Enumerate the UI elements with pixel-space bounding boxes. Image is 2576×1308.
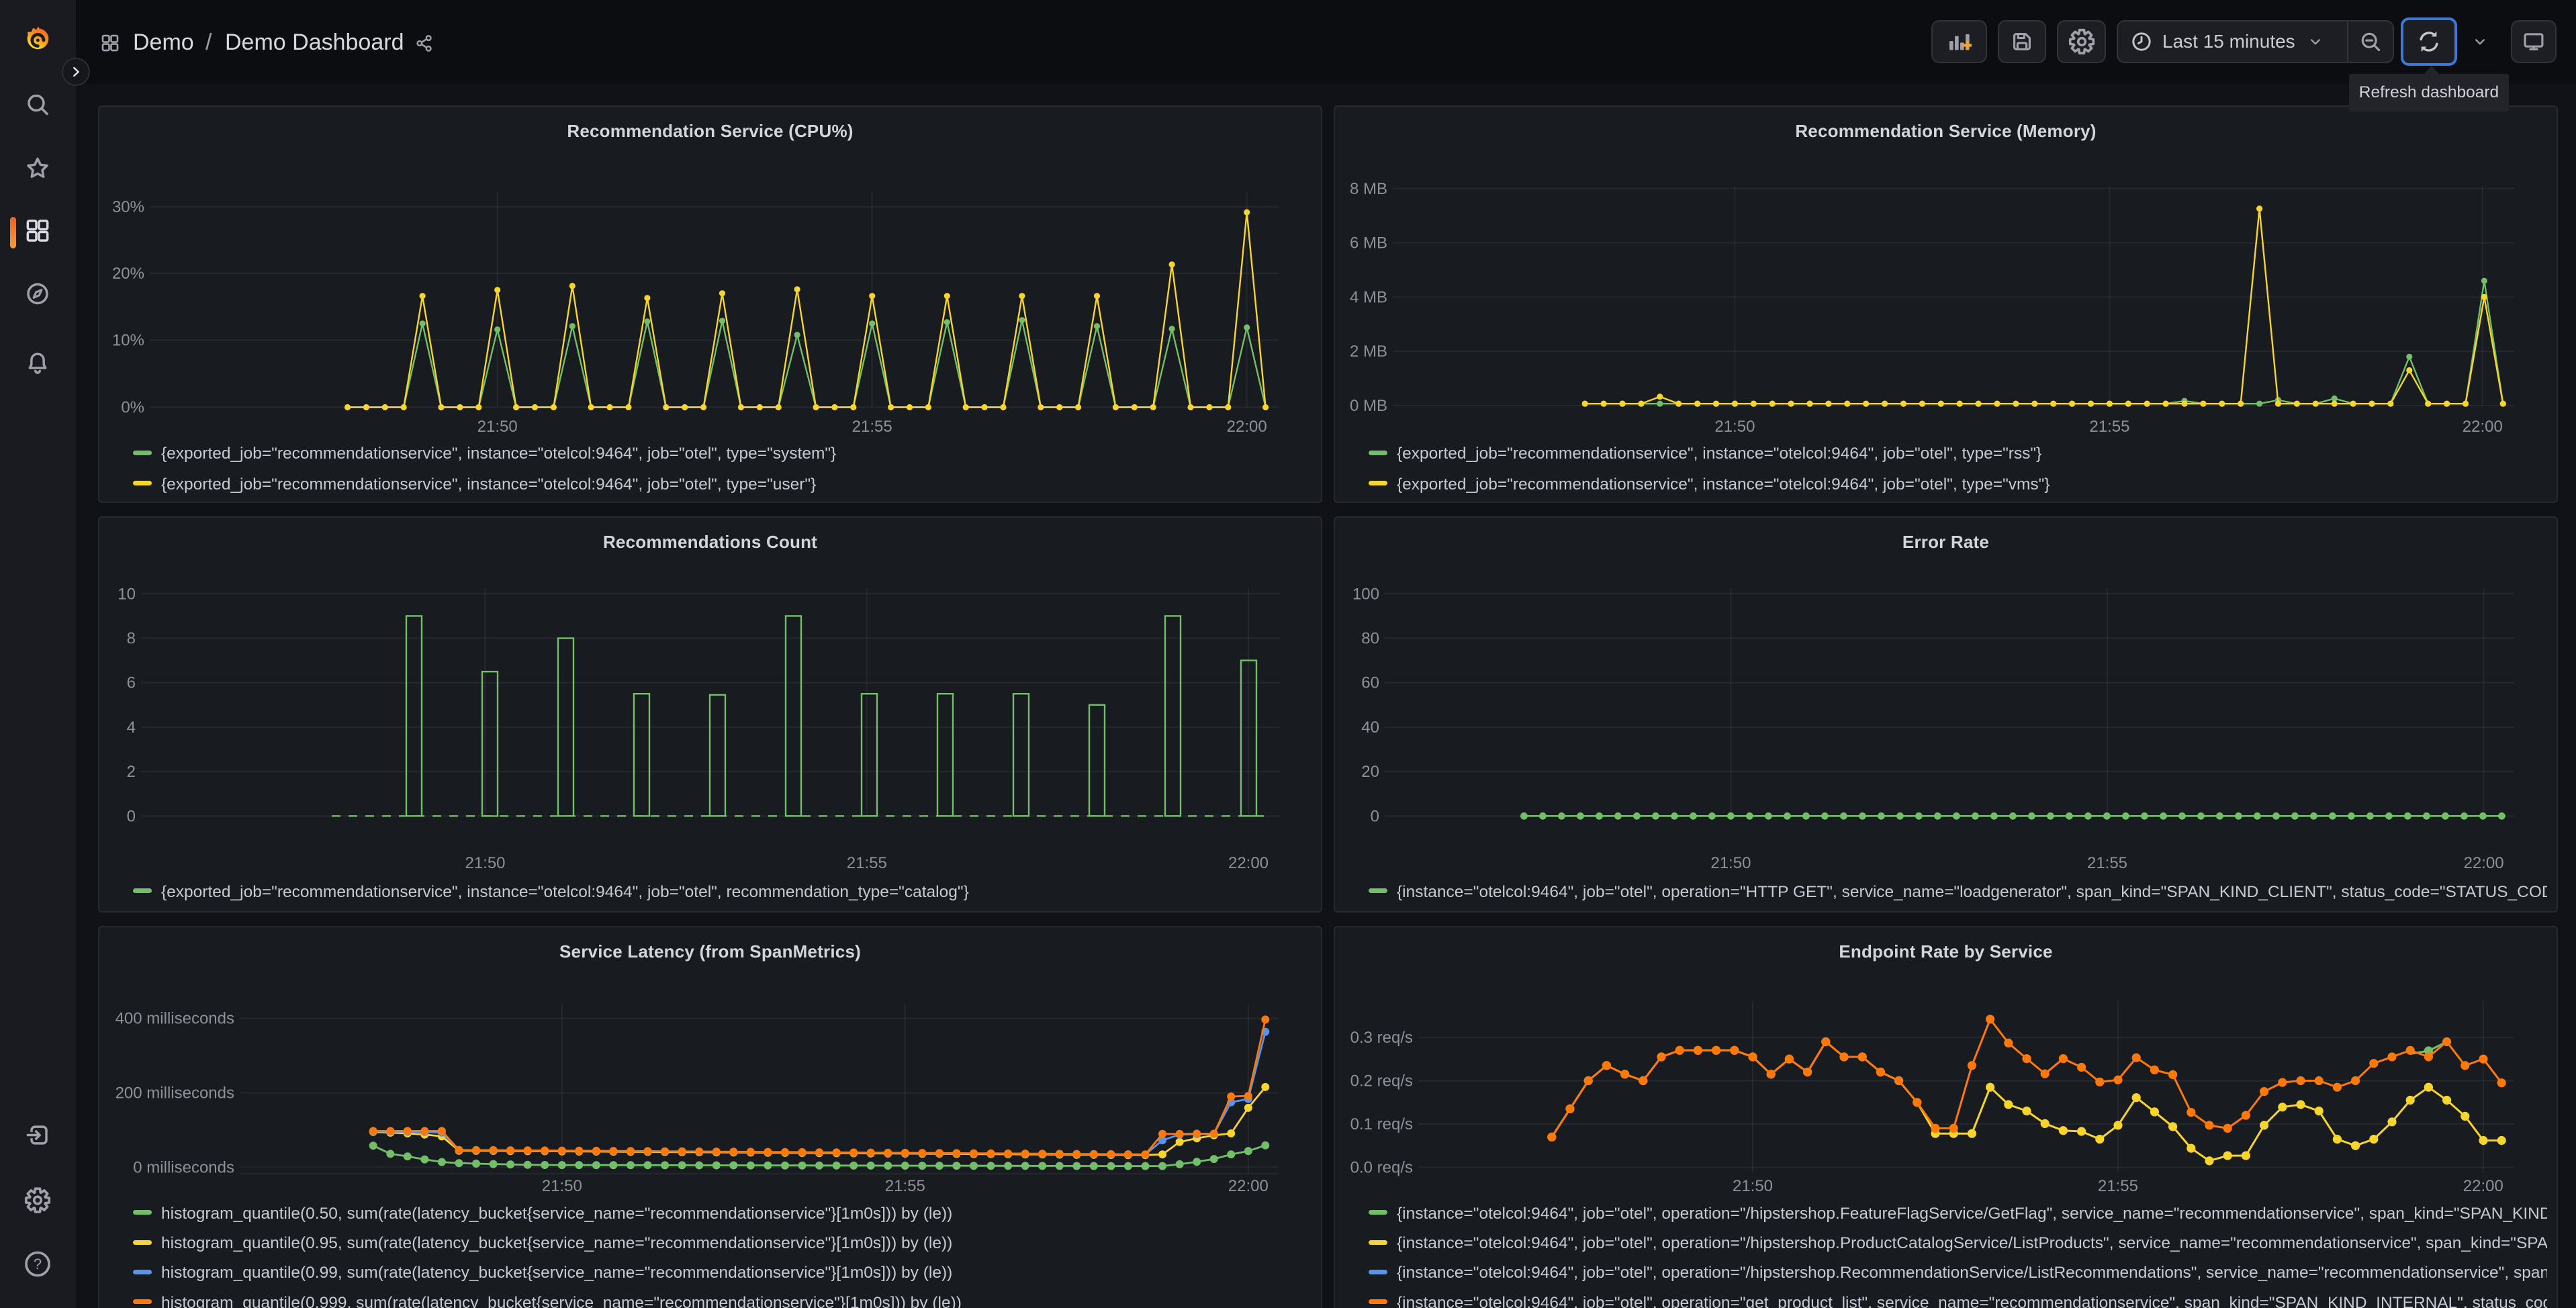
svg-text:40: 40	[1361, 718, 1379, 737]
svg-text:6 MB: 6 MB	[1350, 234, 1387, 252]
svg-text:8: 8	[127, 630, 136, 648]
svg-text:100: 100	[1352, 585, 1379, 603]
svg-text:22:00: 22:00	[2464, 854, 2504, 872]
svg-text:22:00: 22:00	[2463, 418, 2503, 436]
svg-text:200 milliseconds: 200 milliseconds	[116, 1084, 234, 1103]
svg-text:0%: 0%	[121, 399, 144, 417]
svg-text:0: 0	[1371, 807, 1379, 825]
svg-text:?: ?	[34, 1256, 42, 1272]
svg-text:4 MB: 4 MB	[1350, 288, 1387, 306]
svg-text:21:50: 21:50	[1714, 418, 1755, 436]
svg-text:22:00: 22:00	[1228, 854, 1269, 872]
svg-text:21:50: 21:50	[477, 418, 518, 436]
svg-text:21:55: 21:55	[885, 1177, 925, 1195]
svg-text:0 milliseconds: 0 milliseconds	[133, 1158, 234, 1176]
svg-text:30%: 30%	[112, 198, 144, 216]
svg-text:20%: 20%	[112, 265, 144, 283]
svg-text:0.1 req/s: 0.1 req/s	[1350, 1115, 1413, 1133]
svg-text:22:00: 22:00	[1227, 418, 1267, 436]
svg-text:4: 4	[127, 718, 136, 737]
svg-text:21:50: 21:50	[542, 1177, 582, 1195]
svg-text:0.2 req/s: 0.2 req/s	[1350, 1072, 1413, 1090]
svg-text:20: 20	[1361, 763, 1379, 781]
svg-text:21:55: 21:55	[2087, 854, 2127, 872]
svg-text:22:00: 22:00	[1228, 1177, 1269, 1195]
svg-text:21:50: 21:50	[465, 854, 505, 872]
svg-text:8 MB: 8 MB	[1350, 180, 1387, 198]
svg-text:21:55: 21:55	[852, 418, 892, 436]
svg-text:0.3 req/s: 0.3 req/s	[1350, 1029, 1413, 1047]
svg-text:21:55: 21:55	[847, 854, 887, 872]
svg-text:0: 0	[127, 807, 136, 825]
svg-text:400 milliseconds: 400 milliseconds	[116, 1010, 234, 1028]
svg-text:21:50: 21:50	[1733, 1177, 1773, 1195]
svg-text:10%: 10%	[112, 332, 144, 350]
svg-text:10: 10	[118, 585, 136, 603]
svg-text:60: 60	[1361, 674, 1379, 692]
svg-text:0.0 req/s: 0.0 req/s	[1350, 1159, 1413, 1177]
svg-text:6: 6	[127, 674, 136, 692]
svg-text:2: 2	[127, 763, 136, 781]
svg-text:0 MB: 0 MB	[1350, 397, 1387, 415]
svg-text:22:00: 22:00	[2463, 1177, 2503, 1195]
svg-text:80: 80	[1361, 630, 1379, 648]
svg-text:21:55: 21:55	[2098, 1177, 2138, 1195]
svg-text:2 MB: 2 MB	[1350, 342, 1387, 361]
svg-text:21:55: 21:55	[2089, 418, 2129, 436]
svg-text:21:50: 21:50	[1710, 854, 1751, 872]
